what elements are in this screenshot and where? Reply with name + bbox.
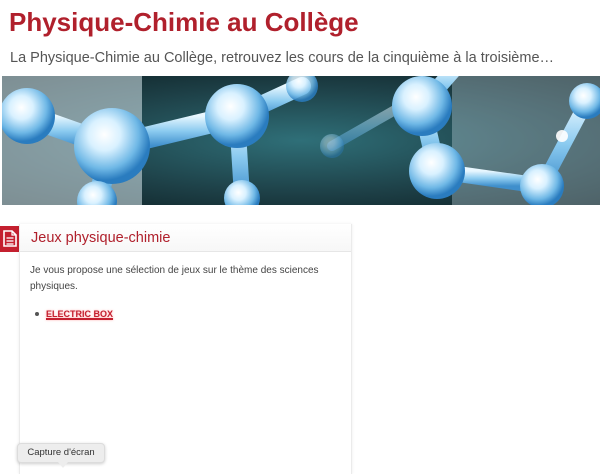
document-icon <box>0 226 20 252</box>
screenshot-tooltip: Capture d'écran <box>17 443 105 468</box>
post-link-list: ELECTRIC BOX <box>35 308 113 320</box>
electric-box-link[interactable]: ELECTRIC BOX <box>46 309 113 319</box>
post-intro: Je vous propose une sélection de jeux su… <box>30 265 319 292</box>
site-title[interactable]: Physique-Chimie au Collège <box>9 7 359 38</box>
list-item: ELECTRIC BOX <box>35 308 113 320</box>
header-banner-image <box>2 76 600 205</box>
post-header: Jeux physique-chimie <box>20 224 351 252</box>
post-title[interactable]: Jeux physique-chimie <box>31 230 170 246</box>
site-description: La Physique-Chimie au Collège, retrouvez… <box>10 50 555 66</box>
post-card: Jeux physique-chimie Je vous propose une… <box>19 224 352 474</box>
